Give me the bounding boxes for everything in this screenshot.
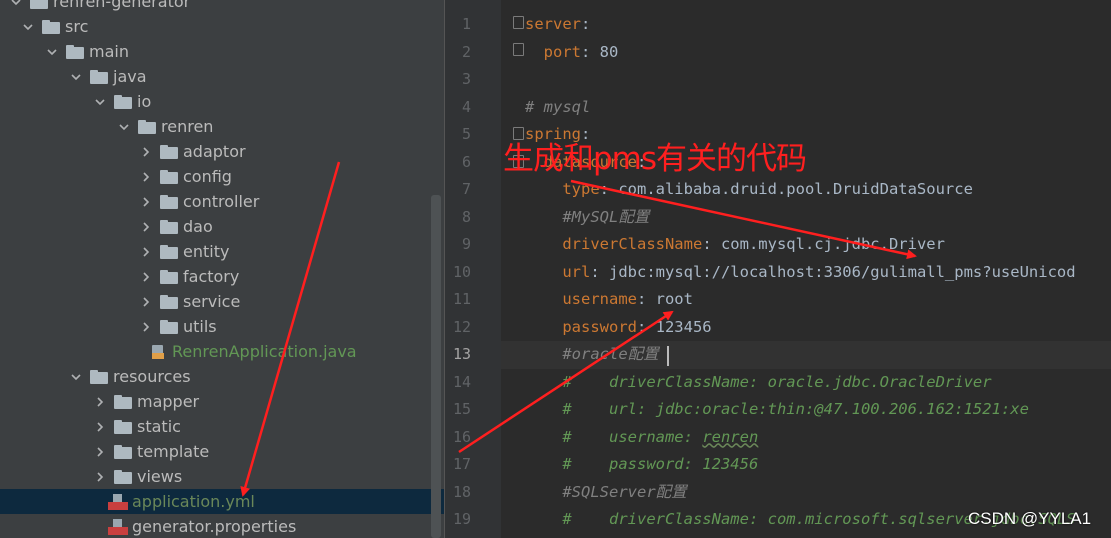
annotation-text: 生成和pms有关的代码 <box>503 141 807 177</box>
watermark: CSDN @YYLA1 <box>968 509 1092 528</box>
arrow-to-application-yml <box>240 161 341 497</box>
annotation-arrows <box>240 161 917 497</box>
arrow-to-username <box>458 310 674 454</box>
arrow-to-jdbc-url <box>570 179 917 260</box>
